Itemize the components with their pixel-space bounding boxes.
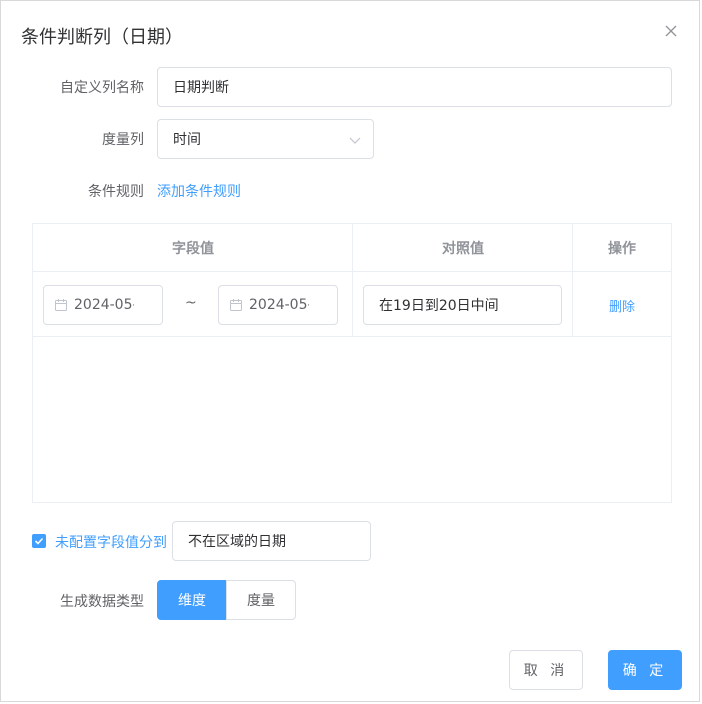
custom-name-label: 自定义列名称 [60, 80, 144, 96]
calendar-icon [54, 298, 68, 312]
rules-table: 字段值 对照值 操作 2024-05-1 ~ 2024-05-2 在19日到20… [32, 223, 672, 503]
close-icon[interactable] [663, 23, 679, 39]
header-action: 操作 [608, 241, 636, 257]
start-date-value: 2024-05-1 [74, 297, 134, 313]
calendar-icon [229, 298, 243, 312]
date-range-separator: ~ [185, 295, 197, 311]
end-date-input[interactable]: 2024-05-2 [218, 285, 338, 325]
condition-dialog: 条件判断列（日期） 自定义列名称 日期判断 度量列 时间 条件规则 添加条件规则… [0, 0, 700, 702]
unconfigured-input[interactable]: 不在区域的日期 [172, 521, 371, 561]
delete-rule-link[interactable]: 删除 [609, 296, 635, 315]
row-divider [33, 336, 671, 337]
column-divider [352, 224, 353, 337]
header-compare-value: 对照值 [442, 241, 484, 257]
unconfigured-label[interactable]: 未配置字段值分到 [55, 532, 167, 552]
chevron-down-icon [349, 134, 361, 146]
measure-select[interactable]: 时间 [157, 119, 374, 159]
end-date-value: 2024-05-2 [249, 297, 309, 313]
start-date-input[interactable]: 2024-05-1 [43, 285, 163, 325]
confirm-button[interactable]: 确 定 [608, 650, 682, 690]
unconfigured-value: 不在区域的日期 [188, 534, 286, 550]
compare-value-input[interactable]: 在19日到20日中间 [363, 285, 562, 325]
column-divider [572, 224, 573, 337]
measure-value: 时间 [173, 132, 201, 148]
header-field-value: 字段值 [172, 241, 214, 257]
cancel-button[interactable]: 取 消 [509, 650, 583, 690]
data-type-measure[interactable]: 度量 [226, 580, 296, 620]
measure-label: 度量列 [102, 132, 144, 148]
data-type-label: 生成数据类型 [60, 594, 144, 610]
unconfigured-checkbox[interactable] [32, 534, 46, 548]
data-type-dimension[interactable]: 维度 [157, 580, 227, 620]
add-rule-link[interactable]: 添加条件规则 [157, 181, 241, 201]
custom-name-value: 日期判断 [173, 80, 229, 96]
rules-label: 条件规则 [88, 184, 144, 200]
check-icon [34, 537, 44, 545]
compare-value: 在19日到20日中间 [379, 298, 499, 314]
header-divider [33, 271, 671, 272]
custom-name-input[interactable]: 日期判断 [157, 67, 672, 107]
dialog-title: 条件判断列（日期） [21, 27, 183, 48]
